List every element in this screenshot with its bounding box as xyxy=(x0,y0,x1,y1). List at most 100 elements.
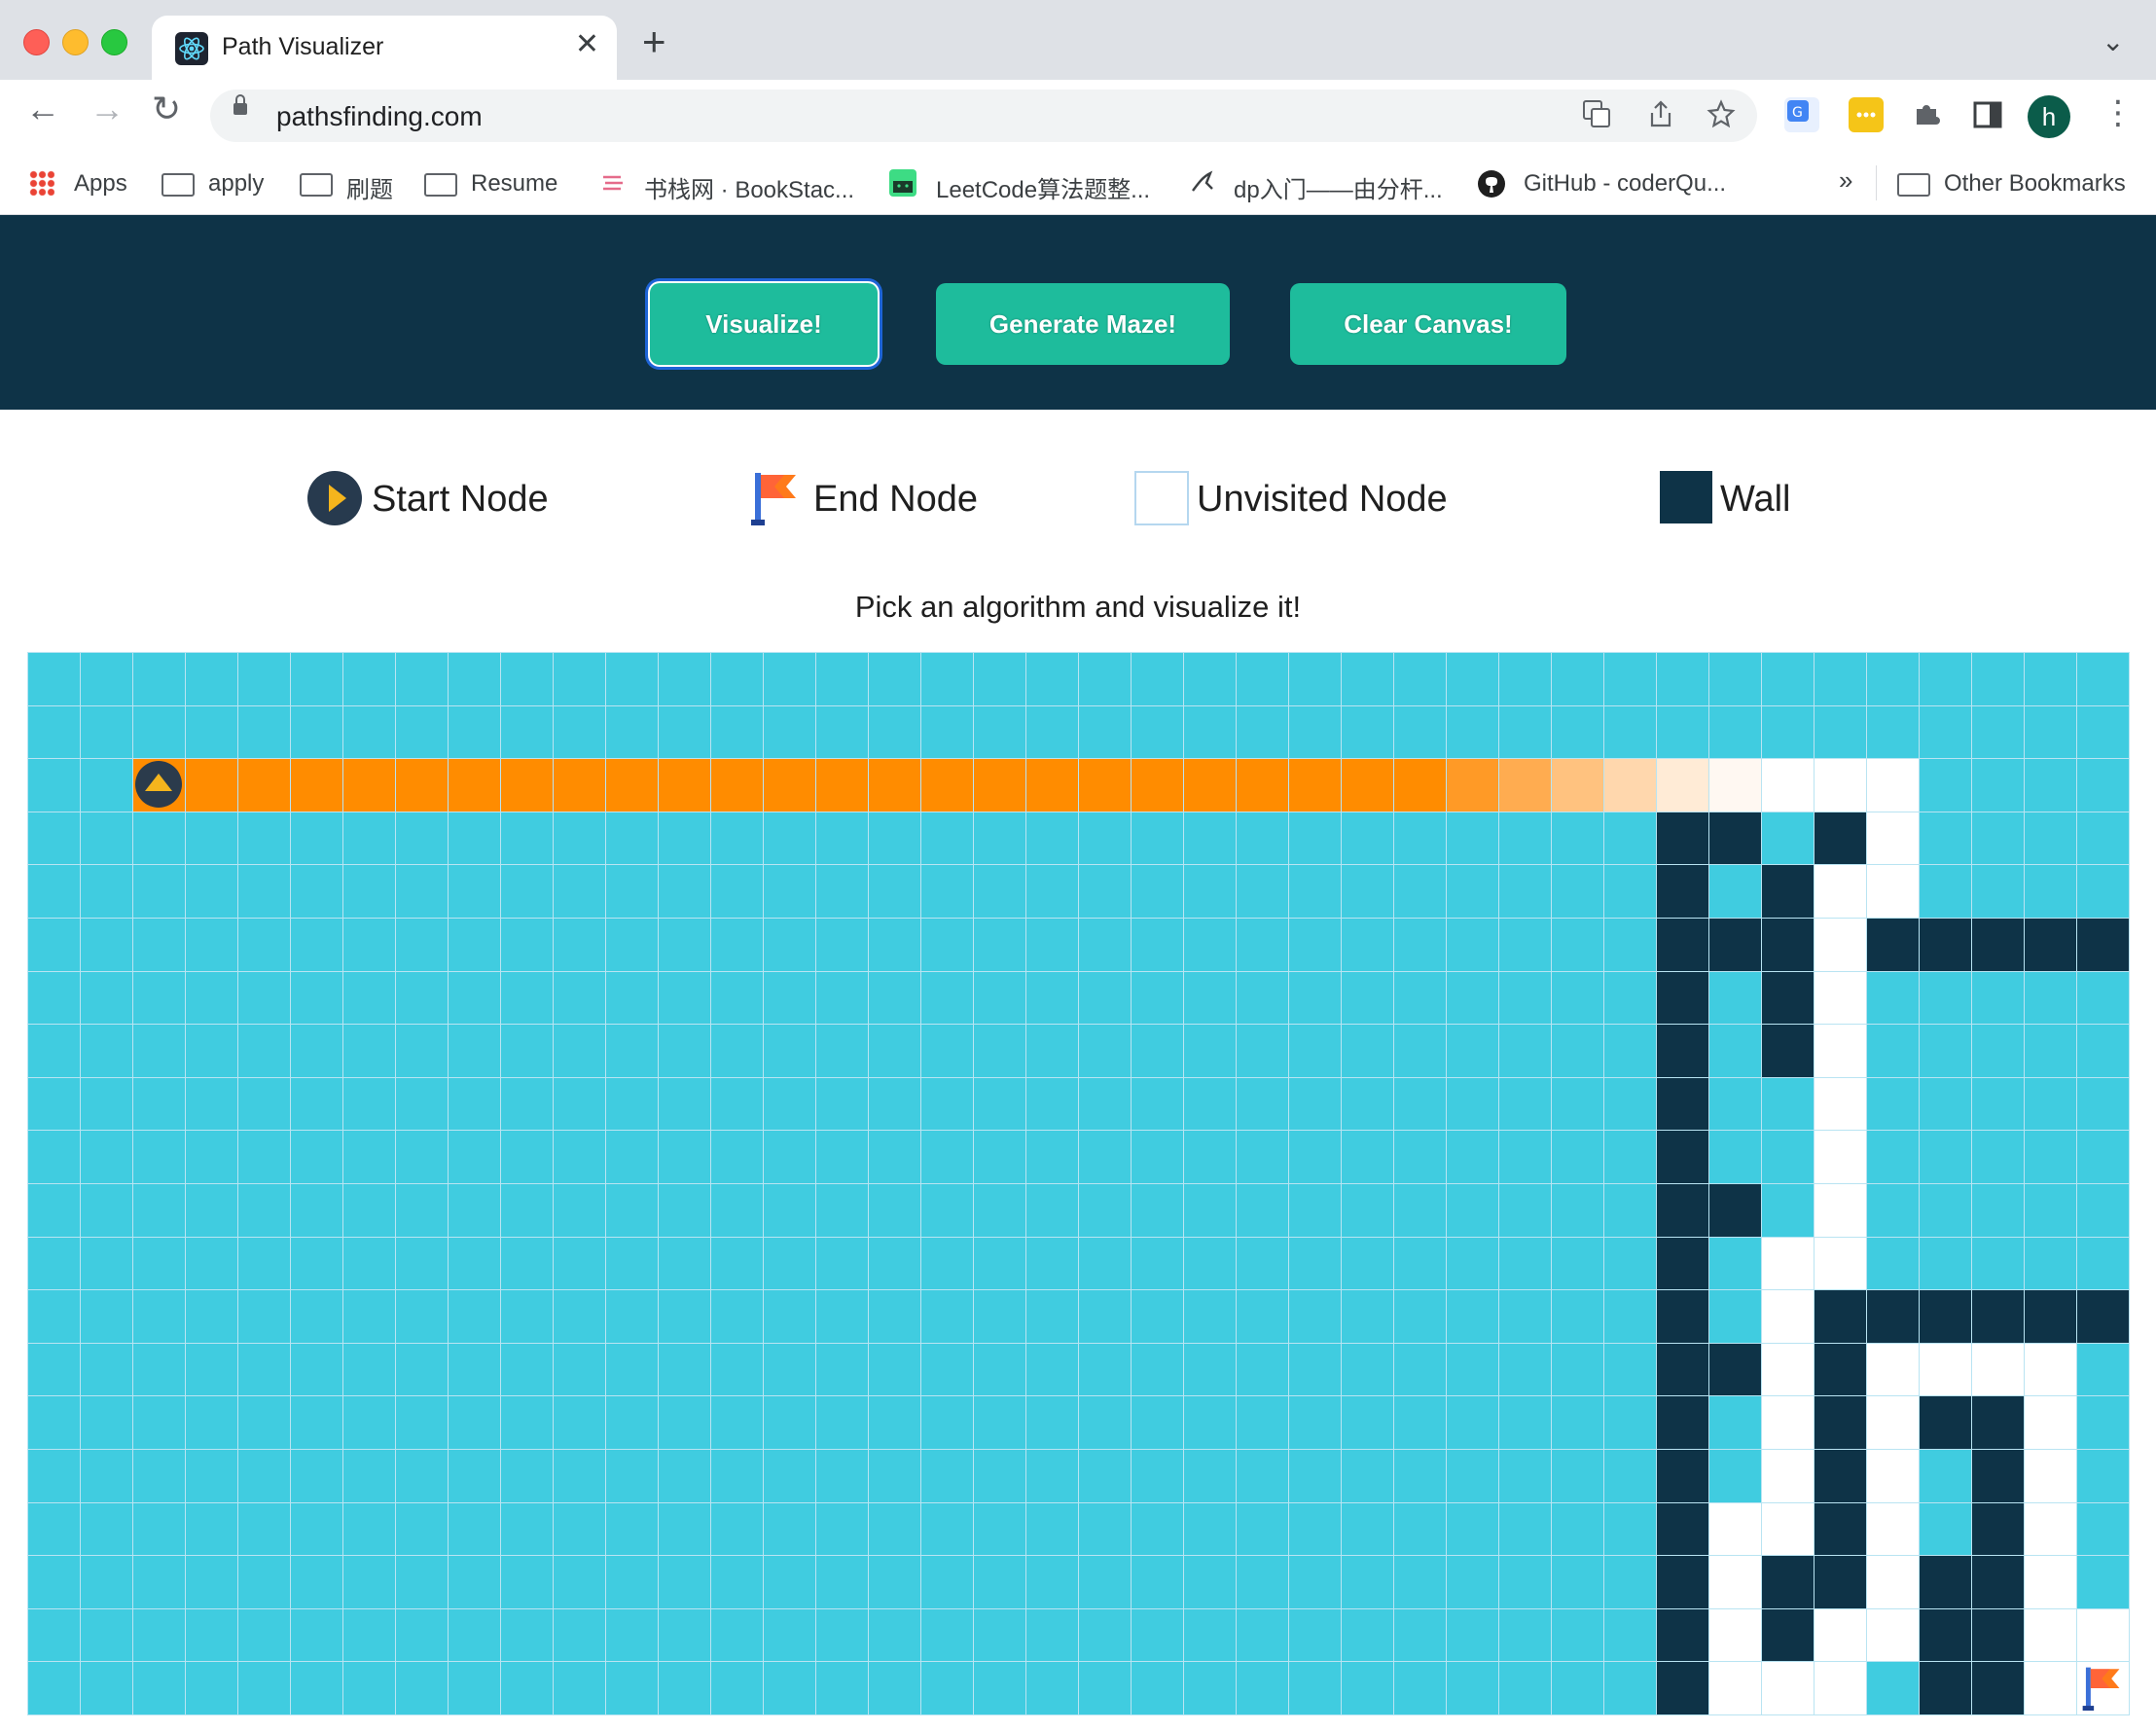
grid-cell[interactable] xyxy=(1184,1662,1236,1714)
grid-cell[interactable] xyxy=(764,865,815,918)
wall-cell[interactable] xyxy=(1972,1556,2024,1608)
grid-cell[interactable] xyxy=(81,1025,132,1077)
unvisited-cell[interactable] xyxy=(1762,1662,1814,1714)
grid-cell[interactable] xyxy=(974,1025,1025,1077)
grid-cell[interactable] xyxy=(1237,1662,1288,1714)
grid-cell[interactable] xyxy=(554,1662,605,1714)
grid-cell[interactable] xyxy=(1079,1662,1131,1714)
grid-cell[interactable] xyxy=(2077,1025,2129,1077)
grid-cell[interactable] xyxy=(2077,971,2129,1025)
grid-cell[interactable] xyxy=(1289,1608,1341,1662)
grid-cell[interactable] xyxy=(711,1502,763,1556)
grid-cell[interactable] xyxy=(711,865,763,918)
grid-cell[interactable] xyxy=(816,1077,868,1131)
grid-cell[interactable] xyxy=(764,1556,815,1608)
grid-cell[interactable] xyxy=(554,1556,605,1608)
grid-cell[interactable] xyxy=(1132,1290,1183,1343)
grid-cell[interactable] xyxy=(921,812,973,865)
grid-cell[interactable] xyxy=(449,1449,500,1502)
grid-cell[interactable] xyxy=(1132,1502,1183,1556)
grid-cell[interactable] xyxy=(1079,1343,1131,1396)
grid-cell[interactable] xyxy=(606,1131,658,1183)
grid-cell[interactable] xyxy=(1237,1025,1288,1077)
grid-cell[interactable] xyxy=(606,1077,658,1131)
grid-cell[interactable] xyxy=(501,1608,553,1662)
browser-tab[interactable]: Path Visualizer ✕ xyxy=(152,16,617,80)
grid-cell[interactable] xyxy=(1709,1396,1761,1449)
path-cell[interactable] xyxy=(291,759,342,812)
path-cell[interactable] xyxy=(343,759,395,812)
grid-cell[interactable] xyxy=(1026,1237,1078,1290)
grid-cell[interactable] xyxy=(1132,1237,1183,1290)
grid-cell[interactable] xyxy=(921,1662,973,1714)
grid-cell[interactable] xyxy=(659,1077,710,1131)
grid-cell[interactable] xyxy=(921,918,973,971)
grid-cell[interactable] xyxy=(449,1025,500,1077)
grid-cell[interactable] xyxy=(1184,1025,1236,1077)
grid-cell[interactable] xyxy=(1132,653,1183,705)
grid-cell[interactable] xyxy=(659,653,710,705)
unvisited-cell[interactable] xyxy=(2025,1449,2076,1502)
grid-cell[interactable] xyxy=(816,1183,868,1237)
grid-cell[interactable] xyxy=(816,1502,868,1556)
grid-cell[interactable] xyxy=(1342,1556,1393,1608)
grid-cell[interactable] xyxy=(1237,1396,1288,1449)
grid-cell[interactable] xyxy=(1079,1025,1131,1077)
grid-cell[interactable] xyxy=(1079,1290,1131,1343)
grid-cell[interactable] xyxy=(1394,653,1446,705)
grid-cell[interactable] xyxy=(1394,971,1446,1025)
grid-cell[interactable] xyxy=(1972,865,2024,918)
grid-cell[interactable] xyxy=(186,1343,237,1396)
path-cell[interactable] xyxy=(238,759,290,812)
grid-cell[interactable] xyxy=(396,1343,448,1396)
grid-cell[interactable] xyxy=(1132,1396,1183,1449)
unvisited-cell[interactable] xyxy=(1709,1608,1761,1662)
grid-cell[interactable] xyxy=(449,1608,500,1662)
grid-cell[interactable] xyxy=(921,705,973,759)
grid-cell[interactable] xyxy=(764,1131,815,1183)
grid-cell[interactable] xyxy=(291,812,342,865)
grid-cell[interactable] xyxy=(1289,812,1341,865)
grid-cell[interactable] xyxy=(1447,1077,1498,1131)
grid-cell[interactable] xyxy=(1762,653,1814,705)
grid-cell[interactable] xyxy=(659,1662,710,1714)
grid-cell[interactable] xyxy=(343,971,395,1025)
grid-cell[interactable] xyxy=(1709,971,1761,1025)
unvisited-cell[interactable] xyxy=(1762,1237,1814,1290)
wall-cell[interactable] xyxy=(1867,918,1919,971)
grid-cell[interactable] xyxy=(1552,1396,1603,1449)
wall-cell[interactable] xyxy=(1972,1290,2024,1343)
grid-cell[interactable] xyxy=(501,1237,553,1290)
grid-cell[interactable] xyxy=(921,1025,973,1077)
grid-cell[interactable] xyxy=(1132,1343,1183,1396)
grid-cell[interactable] xyxy=(291,705,342,759)
grid-cell[interactable] xyxy=(1972,653,2024,705)
grid-cell[interactable] xyxy=(1815,705,1866,759)
grid-cell[interactable] xyxy=(1920,653,1971,705)
grid-cell[interactable] xyxy=(2077,1237,2129,1290)
flag-icon[interactable] xyxy=(2081,1664,2126,1713)
wall-cell[interactable] xyxy=(1657,1396,1708,1449)
grid-cell[interactable] xyxy=(1289,1290,1341,1343)
grid-cell[interactable] xyxy=(606,812,658,865)
wall-cell[interactable] xyxy=(1815,1449,1866,1502)
grid-cell[interactable] xyxy=(28,1662,80,1714)
grid-cell[interactable] xyxy=(764,1290,815,1343)
grid-cell[interactable] xyxy=(1499,1396,1551,1449)
grid-cell[interactable] xyxy=(711,705,763,759)
grid-cell[interactable] xyxy=(28,1025,80,1077)
grid-cell[interactable] xyxy=(659,971,710,1025)
grid-cell[interactable] xyxy=(186,1662,237,1714)
grid-cell[interactable] xyxy=(1447,1556,1498,1608)
password-extension-icon[interactable] xyxy=(1849,97,1884,132)
grid-cell[interactable] xyxy=(1867,1025,1919,1077)
grid-cell[interactable] xyxy=(28,759,80,812)
grid-cell[interactable] xyxy=(449,918,500,971)
grid-cell[interactable] xyxy=(974,1449,1025,1502)
grid-cell[interactable] xyxy=(711,1608,763,1662)
grid-cell[interactable] xyxy=(816,1396,868,1449)
grid-cell[interactable] xyxy=(291,1608,342,1662)
grid-cell[interactable] xyxy=(554,1077,605,1131)
grid-cell[interactable] xyxy=(186,653,237,705)
grid-cell[interactable] xyxy=(449,1396,500,1449)
